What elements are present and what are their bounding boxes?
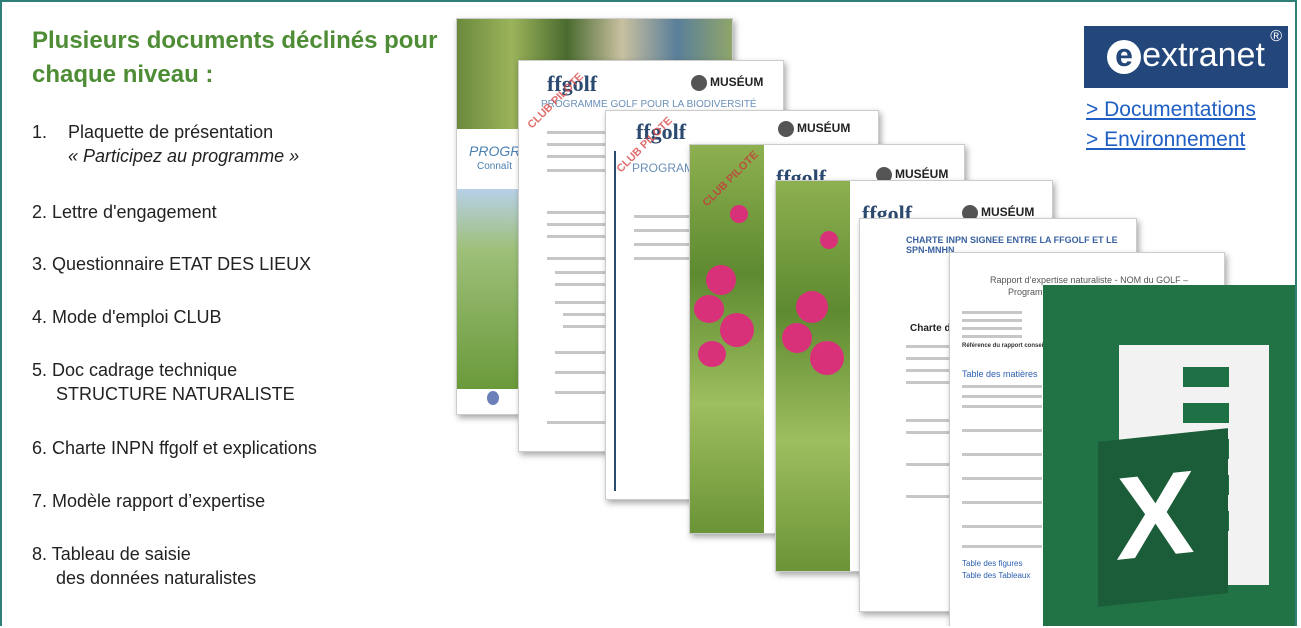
- list-item: 7. Modèle rapport d’expertise: [32, 491, 266, 511]
- extranet-logo[interactable]: e extranet ®: [1084, 26, 1288, 88]
- flower-photo: [776, 181, 850, 571]
- list-item: 8. Tableau de saisie des données natural…: [32, 544, 257, 588]
- list-item: 1. Plaquette de présentation « Participez…: [32, 122, 300, 166]
- list-item: 5. Doc cadrage technique STRUCTURE NATUR…: [32, 360, 295, 404]
- list-item: 3. Questionnaire ETAT DES LIEUX: [32, 254, 312, 274]
- list-item: 4. Mode d'emploi CLUB: [32, 307, 222, 327]
- list-item: 2. Lettre d'engagement: [32, 202, 217, 222]
- museum-logo-icon: [778, 121, 794, 137]
- link-environnement[interactable]: > Environnement: [1086, 128, 1245, 152]
- link-documentations[interactable]: > Documentations: [1086, 98, 1256, 122]
- excel-icon: X: [1043, 285, 1295, 626]
- logo-icon: [487, 391, 499, 405]
- museum-logo-icon: [691, 75, 707, 91]
- list-item: 6. Charte INPN ffgolf et explications: [32, 438, 317, 458]
- slide-title: Plusieurs documents déclinés pour chaque…: [32, 27, 438, 88]
- e-logo-icon: e: [1107, 39, 1142, 75]
- slide-frame: Plusieurs documents déclinés pour chaque…: [0, 0, 1297, 626]
